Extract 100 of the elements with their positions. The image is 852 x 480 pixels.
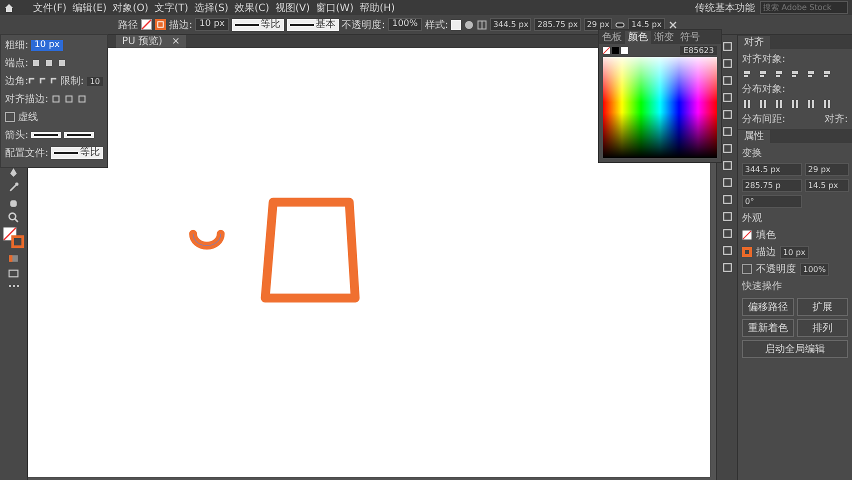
none-swatch-icon[interactable] <box>742 230 752 240</box>
panel-icon[interactable] <box>722 109 732 120</box>
panel-icon[interactable] <box>722 58 732 69</box>
cap-icon[interactable] <box>57 58 68 68</box>
opacity-icon[interactable] <box>742 264 752 274</box>
menu-item[interactable]: 选择(S) <box>193 0 230 14</box>
menu-item[interactable]: 对象(O) <box>112 0 150 14</box>
action-button[interactable]: 偏移路径 <box>742 298 794 316</box>
weight-field[interactable]: 10 px <box>31 40 63 50</box>
none-swatch-icon[interactable] <box>603 47 610 54</box>
panel-tab[interactable]: 渐变 <box>651 31 677 44</box>
menu-item[interactable]: 文件(F) <box>32 0 68 14</box>
menu-item[interactable]: 窗口(W) <box>314 0 355 14</box>
align-stroke-icon[interactable] <box>77 94 88 104</box>
menu-item[interactable]: 文字(T) <box>153 0 190 14</box>
align-icon[interactable] <box>758 69 768 79</box>
align-icon[interactable] <box>790 69 800 79</box>
align-icon[interactable] <box>742 69 752 79</box>
angle-field[interactable]: 0° <box>742 195 802 208</box>
height-field[interactable]: 14.5 px <box>805 179 849 192</box>
cap-icon[interactable] <box>44 58 54 68</box>
panel-icon[interactable] <box>722 177 732 188</box>
panel-icon[interactable] <box>722 211 732 222</box>
width-field[interactable]: 29 px <box>805 163 849 176</box>
link-icon[interactable] <box>615 20 626 30</box>
selection-label: 路径 <box>118 18 138 32</box>
align-stroke-icon[interactable] <box>51 94 62 104</box>
style-swatch[interactable] <box>451 20 462 30</box>
arrow-dropdown[interactable] <box>31 132 62 138</box>
distribute-icon[interactable] <box>758 99 768 109</box>
workspace-menu[interactable]: 传统基本功能 <box>694 0 756 14</box>
x-field[interactable]: 344.5 px <box>742 163 802 176</box>
distribute-icon[interactable] <box>822 99 832 109</box>
fill-label: 填色 <box>756 228 776 242</box>
document-tab[interactable]: PU 预览) × <box>116 35 186 48</box>
y-field[interactable]: 285.75 px <box>534 18 581 31</box>
opacity-field[interactable]: 100% <box>388 18 422 31</box>
distribute-icon[interactable] <box>774 99 784 109</box>
panel-icon[interactable] <box>722 194 732 205</box>
profile-label: 配置文件: <box>5 146 48 160</box>
global-edit-button[interactable]: 启动全局编辑 <box>742 340 848 358</box>
search-field[interactable]: 搜索 Adobe Stock <box>760 1 848 14</box>
more-tools-icon[interactable] <box>6 283 20 289</box>
profile-dropdown[interactable]: 等比 <box>232 18 284 30</box>
color-spectrum[interactable] <box>603 57 717 158</box>
eyedropper-icon[interactable] <box>8 182 19 193</box>
align-icon[interactable] <box>806 69 816 79</box>
profile-dropdown[interactable]: 等比 <box>51 147 103 159</box>
color-mode-icon[interactable] <box>8 253 19 264</box>
menu-item[interactable]: 效果(C) <box>233 0 270 14</box>
cap-icon[interactable] <box>31 58 42 68</box>
align-icon[interactable] <box>774 69 784 79</box>
panel-icon[interactable] <box>722 262 732 273</box>
action-button[interactable]: 扩展 <box>796 298 848 316</box>
menu-item[interactable]: 视图(V) <box>274 0 311 14</box>
action-button[interactable]: 重新着色 <box>742 319 794 337</box>
menu-item[interactable]: 帮助(H) <box>358 0 396 14</box>
align-stroke-icon[interactable] <box>64 94 74 104</box>
x-field[interactable]: 344.5 px <box>490 18 532 31</box>
cross-icon[interactable] <box>668 20 678 30</box>
properties-tab[interactable]: 属性 <box>738 130 770 143</box>
panel-icon[interactable] <box>722 126 732 137</box>
panel-icon[interactable] <box>722 160 732 171</box>
hex-field[interactable]: E85623 <box>680 46 717 55</box>
panel-icon[interactable] <box>722 143 732 154</box>
brush-dropdown[interactable]: 基本 <box>286 18 339 30</box>
grid-icon[interactable] <box>477 20 488 30</box>
stroke-weight-field[interactable]: 10 px <box>780 246 809 258</box>
panel-tab[interactable]: 颜色 <box>625 31 651 44</box>
align-icon[interactable] <box>822 69 832 79</box>
color-swatch[interactable] <box>621 47 628 54</box>
stroke-swatch-icon[interactable] <box>742 247 752 257</box>
stroke-weight-field[interactable]: 10 px <box>195 18 229 31</box>
fill-stroke-icon[interactable] <box>2 227 24 249</box>
arrow-dropdown[interactable] <box>64 132 94 138</box>
search-icon[interactable] <box>8 212 19 223</box>
none-swatch-icon[interactable] <box>141 19 152 30</box>
action-button[interactable]: 排列 <box>796 319 848 337</box>
panel-icon[interactable] <box>722 228 732 239</box>
distribute-icon[interactable] <box>742 99 752 109</box>
panel-tab[interactable]: 色板 <box>599 31 625 44</box>
screen-mode-icon[interactable] <box>8 268 19 279</box>
distribute-icon[interactable] <box>806 99 816 109</box>
width-field[interactable]: 29 px <box>584 18 612 31</box>
color-swatch[interactable] <box>612 47 619 54</box>
panel-icon[interactable] <box>722 245 732 256</box>
home-icon[interactable] <box>4 2 14 12</box>
panel-icon[interactable] <box>722 41 732 52</box>
panel-icon[interactable] <box>722 75 732 86</box>
panel-tab[interactable]: 符号 <box>677 31 703 44</box>
y-field[interactable]: 285.75 p <box>742 179 802 192</box>
limit-field[interactable]: 10 <box>86 76 103 86</box>
stroke-swatch-icon[interactable] <box>155 19 166 30</box>
opacity-field[interactable]: 100% <box>800 262 829 276</box>
align-tab[interactable]: 对齐 <box>738 36 770 49</box>
panel-icon[interactable] <box>722 92 732 103</box>
dashed-checkbox[interactable] <box>5 112 15 122</box>
menu-item[interactable]: 编辑(E) <box>72 0 108 14</box>
corner-label: 边角: <box>5 74 25 88</box>
distribute-icon[interactable] <box>790 99 800 109</box>
